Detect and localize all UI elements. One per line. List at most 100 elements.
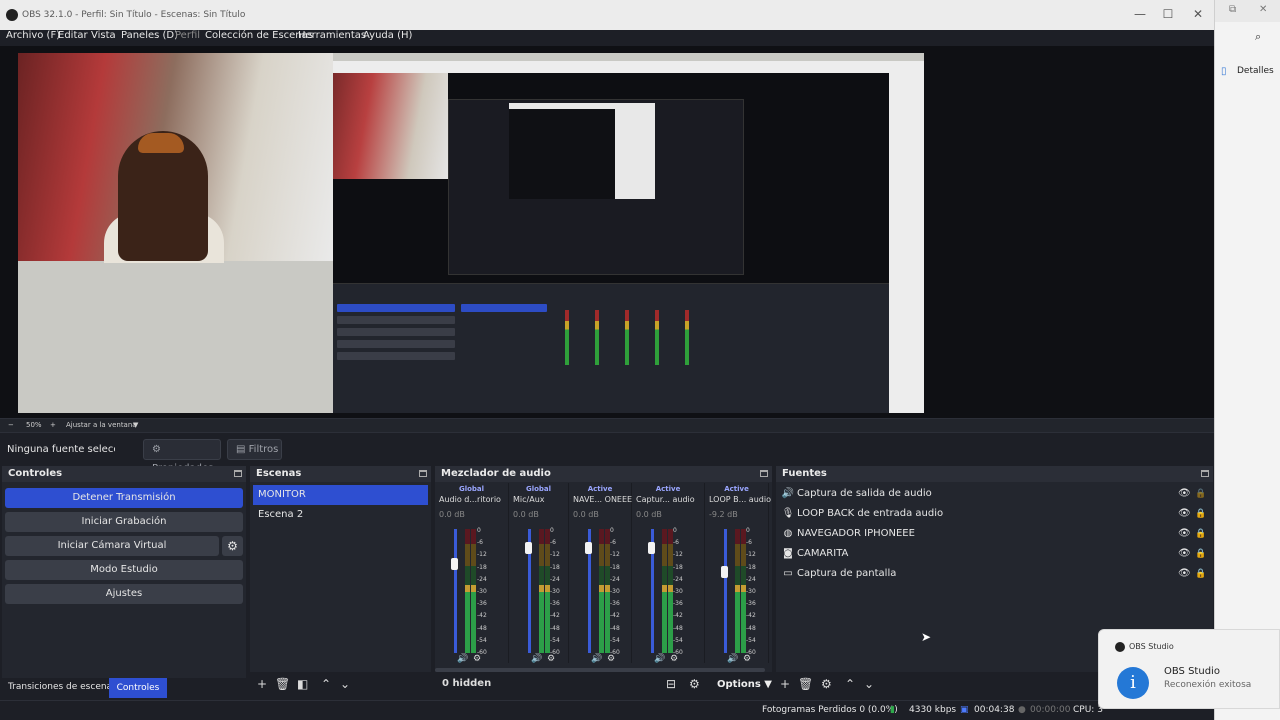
toast-notification[interactable]: OBS Studio i OBS Studio Reconexión exito… [1098, 629, 1280, 709]
layout-toggle-icon[interactable]: ⊟ [666, 677, 676, 691]
mixer-options-menu[interactable]: Options ▼ [717, 679, 772, 690]
lock-icon[interactable]: 🔒 [1195, 565, 1206, 583]
virtual-camera-settings-gear-icon[interactable]: ⚙ [222, 536, 243, 556]
undock-icon[interactable] [419, 470, 427, 477]
restore-icon[interactable]: ⧉ [1229, 4, 1236, 15]
menu-scene-collection[interactable]: Colección de Escenas [205, 30, 313, 42]
scene-filters-icon[interactable]: ◧ [297, 677, 308, 691]
tab-controls[interactable]: Controles [109, 678, 167, 698]
lock-icon[interactable]: 🔒 [1195, 505, 1206, 523]
meter-tick: -24 [746, 575, 756, 583]
mute-speaker-icon[interactable]: 🔊 [591, 654, 602, 664]
filters-button[interactable]: ▤ Filtros [227, 439, 282, 460]
webcam-feed [18, 53, 333, 263]
maximize-button[interactable]: ☐ [1161, 7, 1175, 21]
menu-view[interactable]: Vista [91, 30, 116, 42]
move-down-icon[interactable]: ⌄ [864, 677, 874, 691]
strip-settings-icon[interactable]: ⚙ [607, 654, 615, 664]
source-label: NAVEGADOR IPHONEEE [797, 528, 915, 539]
visibility-eye-icon[interactable]: 👁 [1178, 505, 1191, 523]
chevron-down-icon[interactable]: ▼ [133, 421, 138, 429]
add-source-plus-icon[interactable]: + [780, 677, 790, 691]
mute-speaker-icon[interactable]: 🔊 [654, 654, 665, 664]
source-item[interactable]: ◙ CAMARITA 👁 🔒 [781, 545, 1211, 563]
fader-handle[interactable] [648, 541, 655, 554]
menu-tools[interactable]: Herramientas [298, 30, 366, 42]
source-item[interactable]: 🎙 LOOP BACK de entrada audio 👁 🔒 [781, 505, 1211, 523]
strip-name[interactable]: LOOP B... audio [709, 495, 771, 504]
visibility-eye-icon[interactable]: 👁 [1178, 525, 1191, 543]
menu-file[interactable]: Archivo (F) [6, 30, 60, 42]
speaker-icon: 🔊 [781, 488, 795, 499]
strip-settings-icon[interactable]: ⚙ [473, 654, 481, 664]
fader-handle[interactable] [525, 541, 532, 554]
source-properties-gear-icon[interactable]: ⚙ [821, 677, 832, 691]
menu-docks[interactable]: Paneles (D) [121, 30, 178, 42]
fader-handle[interactable] [585, 541, 592, 554]
mute-speaker-icon[interactable]: 🔊 [457, 654, 468, 664]
strip-settings-icon[interactable]: ⚙ [743, 654, 751, 664]
lock-icon[interactable]: 🔒 [1195, 525, 1206, 543]
start-recording-button[interactable]: Iniciar Grabación [5, 512, 243, 532]
strip-name[interactable]: Audio d...ritorio [439, 495, 501, 504]
meter-tick: -54 [746, 636, 756, 644]
advanced-audio-gear-icon[interactable]: ⚙ [689, 677, 700, 691]
mute-speaker-icon[interactable]: 🔊 [727, 654, 738, 664]
menu-edit[interactable]: Editar [58, 30, 88, 42]
undock-icon[interactable] [760, 470, 768, 477]
details-button[interactable]: Detalles [1237, 66, 1274, 76]
remove-source-trash-icon[interactable]: 🗑 [798, 677, 813, 691]
mute-speaker-icon[interactable]: 🔊 [531, 654, 542, 664]
strip-name[interactable]: Mic/Aux [513, 495, 545, 504]
undock-icon[interactable] [234, 470, 242, 477]
strip-settings-icon[interactable]: ⚙ [547, 654, 555, 664]
zoom-out-button[interactable]: − [8, 421, 14, 429]
source-item[interactable]: ▭ Captura de pantalla 👁 🔒 [781, 565, 1211, 583]
strip-name[interactable]: Captur... audio [636, 495, 695, 504]
settings-button[interactable]: Ajustes [5, 584, 243, 604]
scene-item-escena-2[interactable]: Escena 2 [253, 505, 428, 525]
scene-item-monitor[interactable]: MONITOR [253, 485, 428, 505]
tab-scene-transitions[interactable]: Transiciones de escena [8, 682, 112, 692]
lock-icon[interactable]: 🔒 [1195, 545, 1206, 563]
undock-icon[interactable] [1201, 470, 1209, 477]
close-icon[interactable]: ✕ [1259, 4, 1267, 15]
meter-tick: -12 [746, 551, 756, 559]
stop-streaming-button[interactable]: Detener Transmisión [5, 488, 243, 508]
zoom-fit-select[interactable]: Ajustar a la ventana [66, 421, 137, 429]
start-virtual-camera-button[interactable]: Iniciar Cámara Virtual [5, 536, 219, 556]
strip-settings-icon[interactable]: ⚙ [670, 654, 678, 664]
volume-fader[interactable] [724, 529, 727, 653]
fader-handle[interactable] [451, 557, 458, 570]
filters-label: Filtros [248, 444, 279, 455]
move-down-icon[interactable]: ⌄ [340, 677, 350, 691]
remove-scene-trash-icon[interactable]: 🗑 [275, 677, 290, 691]
fader-handle[interactable] [721, 566, 728, 579]
move-up-icon[interactable]: ⌃ [845, 677, 855, 691]
close-button[interactable]: ✕ [1191, 7, 1205, 21]
zoom-in-button[interactable]: + [50, 421, 56, 429]
source-item[interactable]: ◍ NAVEGADOR IPHONEEE 👁 🔒 [781, 525, 1211, 543]
meter-tick: -6 [550, 539, 556, 547]
audio-mixer-dock: Mezclador de audio Global Audio d...ritor… [435, 466, 772, 698]
lock-icon[interactable]: 🔒 [1195, 485, 1206, 503]
menu-profile[interactable]: Perfil [175, 30, 200, 42]
search-icon[interactable]: ⌕ [1255, 30, 1261, 44]
visibility-eye-icon[interactable]: 👁 [1178, 485, 1191, 503]
minimize-button[interactable]: — [1133, 7, 1147, 21]
details-pane-icon: ▯ [1221, 66, 1227, 77]
nested-preview-2 [509, 103, 655, 199]
title-bar: OBS 32.1.0 - Perfil: Sin Título - Escena… [0, 0, 1214, 30]
properties-button[interactable]: ⚙ Propiedades [143, 439, 221, 474]
source-item[interactable]: 🔊 Captura de salida de audio 👁 🔒 [781, 485, 1211, 503]
strip-name[interactable]: NAVE... ONEEE [573, 495, 632, 504]
visibility-eye-icon[interactable]: 👁 [1178, 545, 1191, 563]
volume-fader[interactable] [454, 529, 457, 653]
visibility-eye-icon[interactable]: 👁 [1178, 565, 1191, 583]
preview-canvas[interactable] [18, 53, 924, 413]
meter-tick: -18 [477, 563, 487, 571]
studio-mode-button[interactable]: Modo Estudio [5, 560, 243, 580]
add-scene-plus-icon[interactable]: + [257, 677, 267, 691]
move-up-icon[interactable]: ⌃ [321, 677, 331, 691]
menu-help[interactable]: Ayuda (H) [363, 30, 412, 42]
